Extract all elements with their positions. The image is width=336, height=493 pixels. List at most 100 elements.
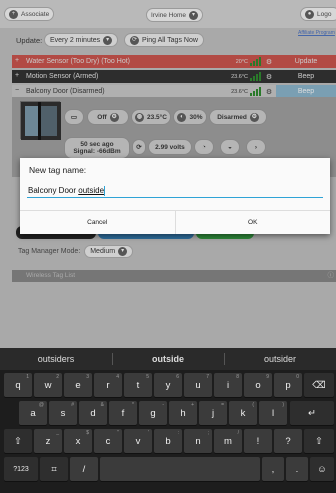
suggestion-item[interactable]: outsider xyxy=(224,348,336,370)
gear-icon: ⚙ xyxy=(109,112,119,122)
key-p[interactable]: p0 xyxy=(274,373,302,397)
tag-name: + Water Sensor (Too Dry) (Too Hot) xyxy=(15,57,130,65)
moon-icon[interactable]: ◒ xyxy=(220,139,240,155)
gear-icon[interactable]: ⚙ xyxy=(262,88,276,96)
camera-icon[interactable]: ▭ xyxy=(64,109,84,125)
manager-mode-dropdown[interactable]: Medium ▾ xyxy=(84,245,134,258)
signal-strength-icon xyxy=(250,72,262,81)
key-r[interactable]: r4 xyxy=(94,373,122,397)
cancel-button[interactable]: Cancel xyxy=(20,211,175,234)
tag-name: − Balcony Door (Disarmed) xyxy=(15,87,105,95)
update-interval-dropdown[interactable]: Every 2 minutes ▾ xyxy=(44,33,119,47)
tag-photo[interactable] xyxy=(20,101,61,140)
symbols-key[interactable]: ?123 xyxy=(4,457,38,481)
battery-chip[interactable]: 2.99 volts xyxy=(148,139,192,155)
location-label: Irvine Home xyxy=(151,11,187,19)
tag-action-button[interactable]: Beep xyxy=(276,73,336,80)
key-exclamation[interactable]: ! xyxy=(244,429,272,453)
key-y[interactable]: y6 xyxy=(154,373,182,397)
last-seen-chip[interactable]: 50 sec ago Signal: -66dBm xyxy=(64,137,130,159)
manager-mode-row: Tag Manager Mode: Medium ▾ xyxy=(18,245,134,258)
tag-name: + Motion Sensor (Armed) xyxy=(15,72,99,80)
key-x[interactable]: x $ xyxy=(64,429,92,453)
refresh-icon[interactable]: ⟳ xyxy=(132,139,146,155)
ping-all-button[interactable]: ⟳ Ping All Tags Now xyxy=(124,33,204,47)
chevron-down-icon: ▾ xyxy=(118,247,128,256)
key-n[interactable]: n; xyxy=(184,429,212,453)
key-u[interactable]: u7 xyxy=(184,373,212,397)
chevron-right-icon[interactable]: › xyxy=(246,139,266,155)
tag-temperature: 23.6°C xyxy=(231,73,248,80)
off-toggle[interactable]: Off ⚙ xyxy=(87,109,129,125)
location-dropdown[interactable]: Irvine Home ▾ xyxy=(146,8,204,22)
key-j[interactable]: j = xyxy=(199,401,227,425)
screen: + Associate Irvine Home ▾ ● Logo Update:… xyxy=(0,0,336,493)
gear-icon[interactable]: ⚙ xyxy=(262,58,276,66)
key-question[interactable]: ? xyxy=(274,429,302,453)
tag-row-motion-sensor[interactable]: + Motion Sensor (Armed) 23.6°C ⚙ Beep xyxy=(12,70,336,83)
key-i[interactable]: i8 xyxy=(214,373,242,397)
key-e[interactable]: e3 xyxy=(64,373,92,397)
settings-icon: ⚙ xyxy=(249,112,259,122)
associate-button[interactable]: + Associate xyxy=(4,7,55,21)
tag-temperature: 23.6°C xyxy=(231,88,248,95)
key-w[interactable]: w2 xyxy=(34,373,62,397)
key-s[interactable]: s # xyxy=(49,401,77,425)
refresh-icon: ⟳ xyxy=(130,35,139,45)
period-key[interactable]: . xyxy=(286,457,308,481)
logout-button[interactable]: ● Logo xyxy=(300,7,336,21)
shift-key[interactable]: ⇧ xyxy=(4,429,32,453)
dialog-actions: Cancel OK xyxy=(20,210,330,234)
chevron-down-icon: ▾ xyxy=(189,10,199,20)
update-row: Update: Every 2 minutes ▾ ⟳ Ping All Tag… xyxy=(0,30,336,50)
alarm-icon[interactable]: ◔ xyxy=(194,139,214,155)
key-z[interactable]: z _ xyxy=(34,429,62,453)
gear-icon[interactable]: ⚙ xyxy=(262,73,276,81)
key-t[interactable]: t5 xyxy=(124,373,152,397)
emoji-key[interactable]: ☺ xyxy=(310,457,334,481)
tag-name-input[interactable]: Balcony Door outside xyxy=(27,184,323,198)
humidity-chip[interactable]: ◐ 30% xyxy=(173,109,207,125)
key-g[interactable]: g- xyxy=(139,401,167,425)
tab-key[interactable]: ⌗ xyxy=(40,457,68,481)
key-o[interactable]: o9 xyxy=(244,373,272,397)
wireless-tag-list-header: Wireless Tag List ⓘ xyxy=(12,270,336,282)
suggestion-strip: outsiders outside outsider xyxy=(0,348,336,370)
temperature-chip[interactable]: ◍ 23.5°C xyxy=(131,109,171,125)
space-key[interactable] xyxy=(100,457,260,481)
key-m[interactable]: m / xyxy=(214,429,242,453)
key-k[interactable]: k( xyxy=(229,401,257,425)
key-v[interactable]: v ' xyxy=(124,429,152,453)
enter-key[interactable]: ↵ xyxy=(290,401,334,425)
ok-button[interactable]: OK xyxy=(174,211,331,234)
suggestion-item[interactable]: outsiders xyxy=(0,348,112,370)
info-icon[interactable]: ⓘ xyxy=(328,270,335,282)
thermometer-icon: ◍ xyxy=(135,112,145,122)
key-l[interactable]: l) xyxy=(259,401,287,425)
slash-key[interactable]: / xyxy=(70,457,98,481)
update-label: Update: xyxy=(16,36,43,45)
tag-action-button[interactable]: Update xyxy=(276,58,336,65)
chevron-down-icon: ▾ xyxy=(103,35,113,45)
key-b[interactable]: b: xyxy=(154,429,182,453)
key-q[interactable]: q1 xyxy=(4,373,32,397)
plus-icon: + xyxy=(9,9,18,19)
tag-row-water-sensor[interactable]: + Water Sensor (Too Dry) (Too Hot) 20°C … xyxy=(12,55,336,68)
minus-icon: − xyxy=(15,87,20,94)
shift-key-right[interactable]: ⇧ xyxy=(304,429,334,453)
text-cursor xyxy=(104,185,106,196)
plus-icon: + xyxy=(15,72,20,79)
power-icon: ● xyxy=(305,9,314,19)
key-d[interactable]: d & xyxy=(79,401,107,425)
key-a[interactable]: a @ xyxy=(19,401,47,425)
plus-icon: + xyxy=(15,57,20,64)
key-c[interactable]: c " xyxy=(94,429,122,453)
suggestion-item[interactable]: outside xyxy=(112,348,224,370)
backspace-key[interactable]: ⌫ xyxy=(304,373,334,397)
dialog-title: New tag name: xyxy=(29,165,87,175)
key-h[interactable]: h + xyxy=(169,401,197,425)
disarmed-chip[interactable]: Disarmed ⚙ xyxy=(209,109,267,125)
affiliate-link[interactable]: Affiliate Program xyxy=(298,30,335,36)
key-f[interactable]: f * xyxy=(109,401,137,425)
comma-key[interactable]: , xyxy=(262,457,284,481)
